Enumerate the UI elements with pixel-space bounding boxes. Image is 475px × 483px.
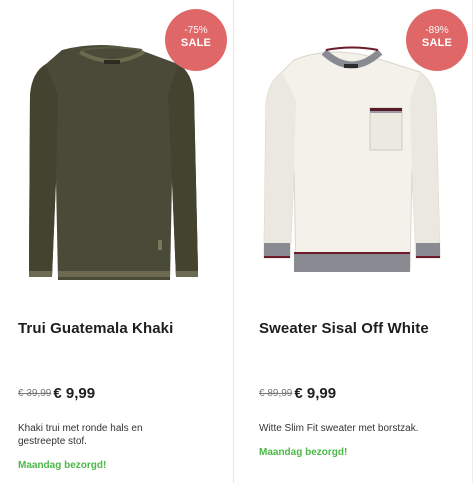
product-card[interactable]: -89% SALE Sweater Sisal Off White € 89,9… xyxy=(234,0,472,483)
delivery-note: Maandag bezorgd! xyxy=(259,447,348,458)
delivery-note: Maandag bezorgd! xyxy=(18,460,107,471)
product-title[interactable]: Sweater Sisal Off White xyxy=(259,320,429,337)
sale-label: SALE xyxy=(180,37,212,49)
discount-percent: -75% xyxy=(184,25,208,36)
sale-badge: -75% SALE xyxy=(165,9,227,71)
product-description: Witte Slim Fit sweater met borstzak. xyxy=(259,423,419,434)
new-price: € 9,99 xyxy=(294,385,337,402)
product-card[interactable]: -75% SALE Trui Guatemala Khaki € 39,99 € … xyxy=(0,0,233,483)
new-price: € 9,99 xyxy=(53,385,96,402)
product-grid: -75% SALE Trui Guatemala Khaki € 39,99 € … xyxy=(0,0,475,483)
column-divider-right xyxy=(472,0,473,483)
sale-label: SALE xyxy=(421,37,453,49)
product-description: Khaki trui met ronde hals en gestreepte … xyxy=(18,423,143,447)
price-row: € 39,99 € 9,99 xyxy=(18,385,95,403)
old-price: € 89,99 xyxy=(259,388,293,399)
price-row: € 89,99 € 9,99 xyxy=(259,385,336,403)
old-price: € 39,99 xyxy=(18,388,52,399)
product-title[interactable]: Trui Guatemala Khaki xyxy=(18,320,173,337)
sale-badge: -89% SALE xyxy=(406,9,468,71)
discount-percent: -89% xyxy=(425,25,449,36)
